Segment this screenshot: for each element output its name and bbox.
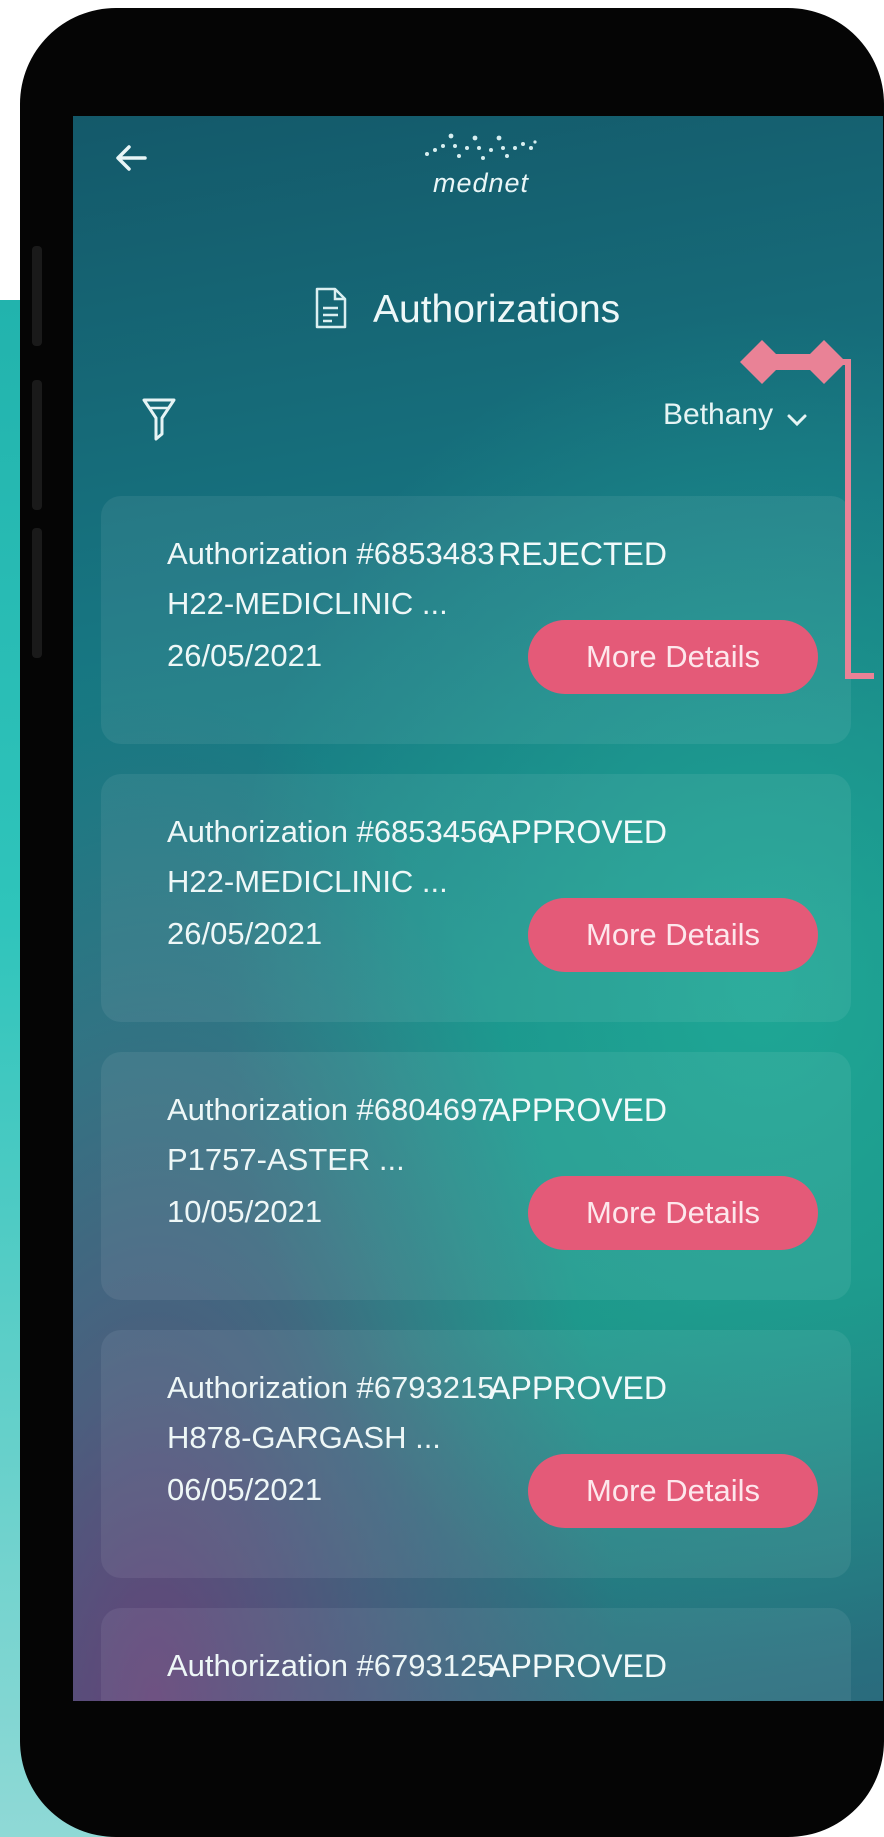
back-arrow-icon[interactable] <box>111 138 151 178</box>
authorization-status: REJECTED <box>498 536 667 572</box>
logo-text: mednet <box>432 168 530 198</box>
phone-side-button <box>32 528 42 658</box>
mednet-logo: mednet <box>391 122 571 202</box>
provider-name: H878-GARGASH ... <box>167 1420 441 1455</box>
page-title: Authorizations <box>373 288 621 331</box>
provider-name: H22-MEDICLINIC ... <box>167 586 448 621</box>
annotation-callout-icon <box>740 340 874 679</box>
more-details-button[interactable]: More Details <box>528 1176 818 1250</box>
authorization-date: 26/05/2021 <box>167 916 323 951</box>
more-details-button[interactable]: More Details <box>528 1454 818 1528</box>
phone-side-button <box>32 380 42 510</box>
page-header: Authorizations <box>73 278 883 338</box>
authorization-status: APPROVED <box>489 1092 667 1128</box>
authorization-status: APPROVED <box>489 1370 667 1406</box>
authorization-date: 26/05/2021 <box>167 638 323 673</box>
provider-name: H22-MEDICLINIC ... <box>167 864 448 899</box>
provider-name: P1757-ASTER ... <box>167 1142 405 1177</box>
authorization-date: 06/05/2021 <box>167 1472 323 1507</box>
authorization-status: APPROVED <box>489 1648 667 1684</box>
document-icon <box>315 287 347 329</box>
authorization-status: APPROVED <box>489 814 667 850</box>
filter-icon[interactable] <box>141 396 177 442</box>
phone-frame: mednet Authorizations Bethany Authorizat… <box>20 8 884 1837</box>
more-details-button[interactable]: More Details <box>528 898 818 972</box>
logo-dots-icon <box>425 133 537 160</box>
phone-side-button <box>32 246 42 346</box>
authorization-date: 10/05/2021 <box>167 1194 323 1229</box>
